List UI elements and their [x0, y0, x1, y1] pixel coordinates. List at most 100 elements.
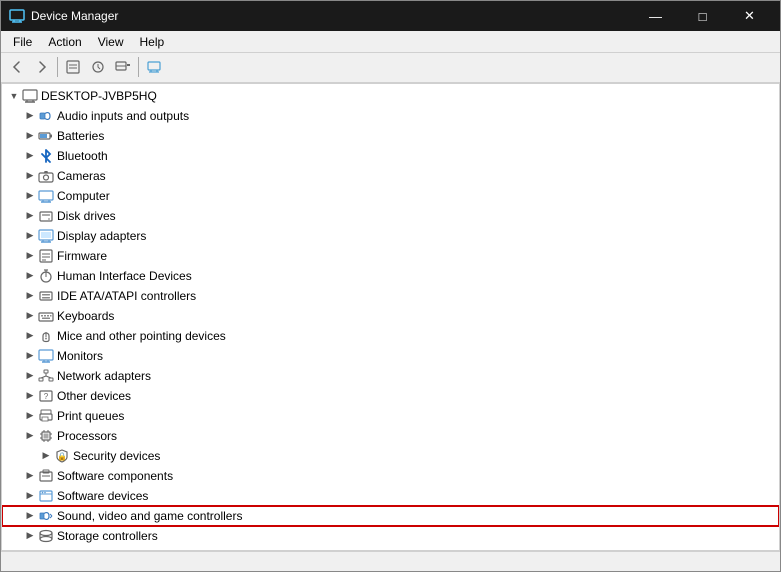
minimize-button[interactable]: — — [633, 1, 678, 31]
tree-item-other[interactable]: ? Other devices — [2, 386, 779, 406]
expand-display[interactable] — [22, 228, 38, 244]
tree-item-batteries[interactable]: Batteries — [2, 126, 779, 146]
audio-icon — [38, 108, 54, 124]
tree-item-processors[interactable]: Processors — [2, 426, 779, 446]
tree-item-ide[interactable]: IDE ATA/ATAPI controllers — [2, 286, 779, 306]
cameras-icon — [38, 168, 54, 184]
tree-item-sound[interactable]: Sound, video and game controllers — [2, 506, 779, 526]
status-bar — [1, 551, 780, 571]
app-icon — [9, 8, 25, 24]
expand-print[interactable] — [22, 408, 38, 424]
audio-label: Audio inputs and outputs — [57, 106, 189, 126]
other-label: Other devices — [57, 386, 131, 406]
expand-sound[interactable] — [22, 508, 38, 524]
expand-bluetooth[interactable] — [22, 148, 38, 164]
tree-item-print[interactable]: Print queues — [2, 406, 779, 426]
tree-item-hid[interactable]: Human Interface Devices — [2, 266, 779, 286]
title-bar-text: Device Manager — [31, 9, 118, 23]
expand-ide[interactable] — [22, 288, 38, 304]
expand-security[interactable] — [38, 448, 54, 464]
hid-label: Human Interface Devices — [57, 266, 192, 286]
expand-softwaredevices[interactable] — [22, 488, 38, 504]
batteries-label: Batteries — [57, 126, 104, 146]
menu-help[interactable]: Help — [132, 31, 173, 53]
toolbar-properties-button[interactable] — [61, 55, 85, 79]
toolbar-separator-2 — [138, 57, 139, 77]
bluetooth-icon — [38, 148, 54, 164]
tree-item-bluetooth[interactable]: Bluetooth — [2, 146, 779, 166]
toolbar-update-button[interactable] — [86, 55, 110, 79]
sound-icon — [38, 508, 54, 524]
menu-action[interactable]: Action — [40, 31, 89, 53]
firmware-icon — [38, 248, 54, 264]
tree-item-cameras[interactable]: Cameras — [2, 166, 779, 186]
expand-network[interactable] — [22, 368, 38, 384]
expand-diskdrives[interactable] — [22, 208, 38, 224]
security-label: Security devices — [73, 446, 160, 466]
expand-cameras[interactable] — [22, 168, 38, 184]
expand-audio[interactable] — [22, 108, 38, 124]
computer-label: Computer — [57, 186, 110, 206]
tree-item-security[interactable]: 🔒 Security devices — [2, 446, 779, 466]
softwaredevices-icon — [38, 488, 54, 504]
title-bar: Device Manager — □ ✕ — [1, 1, 780, 31]
battery-icon — [38, 128, 54, 144]
firmware-label: Firmware — [57, 246, 107, 266]
softwarecomponents-label: Software components — [57, 466, 173, 486]
toolbar-forward-button[interactable] — [30, 55, 54, 79]
expand-storage[interactable] — [22, 528, 38, 544]
expand-computer[interactable] — [22, 188, 38, 204]
tree-item-root[interactable]: DESKTOP-JVBP5HQ — [2, 86, 779, 106]
tree-item-diskdrives[interactable]: Disk drives — [2, 206, 779, 226]
toolbar-scan-button[interactable] — [111, 55, 135, 79]
expand-hid[interactable] — [22, 268, 38, 284]
tree-item-display[interactable]: Display adapters — [2, 226, 779, 246]
tree-item-firmware[interactable]: Firmware — [2, 246, 779, 266]
expand-firmware[interactable] — [22, 248, 38, 264]
expand-other[interactable] — [22, 388, 38, 404]
expand-batteries[interactable] — [22, 128, 38, 144]
tree-item-keyboards[interactable]: Keyboards — [2, 306, 779, 326]
expand-root[interactable] — [6, 88, 22, 104]
tree-item-monitors[interactable]: Monitors — [2, 346, 779, 366]
tree-item-network[interactable]: Network adapters — [2, 366, 779, 386]
hid-icon — [38, 268, 54, 284]
storage-label: Storage controllers — [57, 526, 158, 546]
toolbar-display-button[interactable] — [142, 55, 166, 79]
svg-text:?: ? — [44, 392, 49, 401]
maximize-button[interactable]: □ — [680, 1, 725, 31]
tree-item-softwarecomponents[interactable]: Software components — [2, 466, 779, 486]
toolbar-back-button[interactable] — [5, 55, 29, 79]
expand-keyboards[interactable] — [22, 308, 38, 324]
tree-item-computer[interactable]: Computer — [2, 186, 779, 206]
tree-item-softwaredevices[interactable]: Software devices — [2, 486, 779, 506]
close-button[interactable]: ✕ — [727, 1, 772, 31]
storage-icon — [38, 528, 54, 544]
tree-item-mice[interactable]: Mice and other pointing devices — [2, 326, 779, 346]
processor-icon — [38, 428, 54, 444]
tree-item-storage[interactable]: Storage controllers — [2, 526, 779, 546]
tree-view-container[interactable]: DESKTOP-JVBP5HQ Audio inputs and outputs — [1, 83, 780, 551]
computer-item-icon — [38, 188, 54, 204]
display-label: Display adapters — [57, 226, 146, 246]
bluetooth-label: Bluetooth — [57, 146, 108, 166]
menu-bar: File Action View Help — [1, 31, 780, 53]
expand-mice[interactable] — [22, 328, 38, 344]
ide-icon — [38, 288, 54, 304]
softwaredevices-label: Software devices — [57, 486, 148, 506]
expand-monitors[interactable] — [22, 348, 38, 364]
title-bar-left: Device Manager — [9, 8, 118, 24]
title-bar-controls: — □ ✕ — [633, 1, 772, 31]
sound-label: Sound, video and game controllers — [57, 506, 242, 526]
computer-icon — [22, 88, 38, 104]
monitors-label: Monitors — [57, 346, 103, 366]
tree-item-audio[interactable]: Audio inputs and outputs — [2, 106, 779, 126]
toolbar — [1, 53, 780, 83]
expand-softwarecomponents[interactable] — [22, 468, 38, 484]
mouse-icon — [38, 328, 54, 344]
svg-text:🔒: 🔒 — [57, 452, 67, 461]
expand-processors[interactable] — [22, 428, 38, 444]
security-icon: 🔒 — [54, 448, 70, 464]
menu-file[interactable]: File — [5, 31, 40, 53]
menu-view[interactable]: View — [90, 31, 132, 53]
